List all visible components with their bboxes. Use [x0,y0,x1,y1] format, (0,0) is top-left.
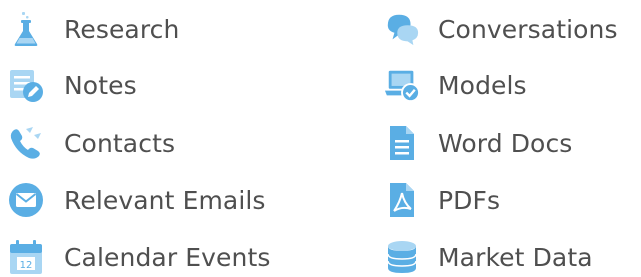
item-word-docs[interactable]: Word Docs [384,123,572,163]
item-models[interactable]: Models [384,65,527,105]
laptop-check-icon [384,67,420,103]
item-market-data[interactable]: Market Data [384,237,593,277]
item-notes[interactable]: Notes [8,65,137,105]
contacts-label: Contacts [64,128,176,158]
item-calendar-events[interactable]: 12 Calendar Events [8,237,271,277]
market-data-label: Market Data [438,242,593,272]
notes-label: Notes [64,70,137,100]
chat-bubbles-icon [384,11,420,47]
item-pdfs[interactable]: PDFs [384,180,500,220]
word-docs-label: Word Docs [438,128,573,158]
relevant-emails-label: Relevant Emails [64,185,266,215]
research-label: Research [64,14,180,44]
phone-icon [8,125,44,161]
email-icon [8,182,44,218]
database-icon [384,239,420,275]
item-contacts[interactable]: Contacts [8,123,175,163]
svg-text:12: 12 [20,260,33,271]
note-edit-icon [8,67,44,103]
item-research[interactable]: Research [8,9,179,49]
document-icon [384,125,420,161]
models-label: Models [438,70,527,100]
item-relevant-emails[interactable]: Relevant Emails [8,180,266,220]
data-source-grid: Research Notes Contacts Relevant Emails … [0,0,641,277]
calendar-events-label: Calendar Events [64,242,271,272]
calendar-icon: 12 [8,239,44,275]
item-conversations[interactable]: Conversations [384,9,618,49]
flask-icon [8,11,44,47]
pdfs-label: PDFs [438,185,501,215]
conversations-label: Conversations [438,14,618,44]
pdf-icon [384,182,420,218]
